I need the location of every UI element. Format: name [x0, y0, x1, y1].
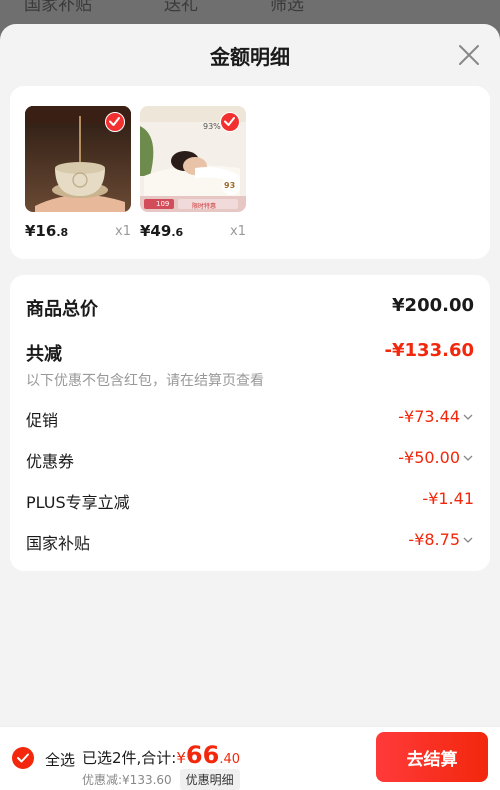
- pillow-badge: 93: [224, 181, 236, 190]
- discount-note: 以下优惠不包含红包，请在结算页查看: [26, 373, 264, 389]
- total-discount-value: -¥133.60: [384, 340, 474, 361]
- total-price-row: 商品总价 ¥200.00: [26, 295, 474, 321]
- discount-value: -¥73.44: [398, 407, 474, 426]
- bg-tab: 送礼: [164, 0, 198, 15]
- select-all-label[interactable]: 全选: [45, 749, 75, 770]
- total-price-value: ¥200.00: [392, 295, 474, 316]
- chevron-down-icon: [463, 537, 473, 543]
- discount-amount: -¥73.44: [398, 407, 460, 426]
- discount-label: 优惠券: [26, 452, 75, 471]
- product-price: ¥16.8: [25, 222, 68, 240]
- product-item[interactable]: ¥16.8 x1: [25, 106, 131, 242]
- close-icon: [459, 45, 479, 65]
- background-tabs: 国家补贴 送礼 筛选: [24, 0, 304, 15]
- discount-row-national-subsidy[interactable]: 国家补贴 -¥8.75: [26, 530, 474, 554]
- amount-integer: 66: [185, 741, 220, 769]
- bg-tab: 筛选: [270, 0, 304, 15]
- discount-row-plus: PLUS专享立减 -¥1.41: [26, 489, 474, 513]
- price-integer: ¥49: [140, 222, 172, 240]
- amount-symbol: ¥: [176, 749, 186, 767]
- chevron-down-icon: [463, 414, 473, 420]
- selected-products-card: ¥16.8 x1 93% 93 109 限时特惠 ¥49.6 x1: [10, 86, 490, 259]
- discount-label: PLUS专享立减: [26, 493, 130, 512]
- product-price: ¥49.6: [140, 222, 183, 240]
- chevron-down-icon: [463, 455, 473, 461]
- discount-value: -¥50.00: [398, 448, 474, 467]
- total-price-label: 商品总价: [26, 299, 98, 320]
- price-breakdown-card: 商品总价 ¥200.00 共减 -¥133.60 以下优惠不包含红包，请在结算页…: [10, 275, 490, 571]
- product-item[interactable]: 93% 93 109 限时特惠 ¥49.6 x1: [140, 106, 246, 242]
- amount-decimal: .40: [219, 752, 241, 767]
- discount-detail-button[interactable]: 优惠明细: [179, 769, 240, 790]
- pillow-tag: 93%: [203, 122, 221, 131]
- product-quantity: x1: [230, 224, 246, 239]
- product-image-latex-pillow[interactable]: 93% 93 109 限时特惠: [140, 106, 246, 212]
- discount-row-coupon[interactable]: 优惠券 -¥50.00: [26, 448, 474, 472]
- bg-tab: 国家补贴: [24, 0, 92, 15]
- discount-amount: -¥1.41: [422, 489, 474, 508]
- close-button[interactable]: [458, 44, 480, 66]
- pillow-price-chip: 109: [156, 200, 170, 208]
- discount-label: 国家补贴: [26, 534, 91, 553]
- discount-summary-text: 优惠减:¥133.60: [82, 773, 172, 787]
- product-quantity: x1: [115, 224, 131, 239]
- select-all-checkbox[interactable]: [12, 747, 34, 769]
- price-decimal: .8: [56, 226, 69, 239]
- price-decimal: .6: [171, 226, 184, 239]
- discount-value: -¥8.75: [408, 530, 474, 549]
- product-price-row: ¥49.6 x1: [140, 222, 246, 242]
- order-summary: 已选2件,合计: ¥ 66 .40: [82, 741, 240, 769]
- discount-label: 促销: [26, 411, 59, 430]
- pillow-banner: 限时特惠: [192, 203, 217, 210]
- discount-summary: 优惠减:¥133.60 优惠明细: [82, 769, 240, 790]
- total-discount-label: 共减: [26, 344, 62, 365]
- sheet-header: 金额明细: [0, 24, 500, 86]
- discount-amount: -¥50.00: [398, 448, 460, 467]
- amount-detail-sheet: 金额明细 ¥16.8 x1 93% 93 109 限时特惠 ¥49.6 x1 商…: [0, 24, 500, 790]
- sheet-title: 金额明细: [210, 45, 290, 69]
- total-discount-row: 共减 -¥133.60: [26, 340, 474, 366]
- checkout-button[interactable]: 去结算: [376, 732, 488, 782]
- check-icon: [17, 753, 29, 763]
- selected-check-icon[interactable]: [220, 112, 240, 132]
- selected-count-text: 已选2件,合计:: [82, 749, 177, 767]
- discount-value: -¥1.41: [422, 489, 474, 508]
- checkout-bar: 全选 已选2件,合计: ¥ 66 .40 优惠减:¥133.60 优惠明细 去结…: [0, 726, 500, 790]
- discount-amount: -¥8.75: [408, 530, 460, 549]
- selected-check-icon[interactable]: [105, 112, 125, 132]
- product-price-row: ¥16.8 x1: [25, 222, 131, 242]
- discount-row-promotion[interactable]: 促销 -¥73.44: [26, 407, 474, 431]
- price-integer: ¥16: [25, 222, 57, 240]
- product-image-incense-burner[interactable]: [25, 106, 131, 212]
